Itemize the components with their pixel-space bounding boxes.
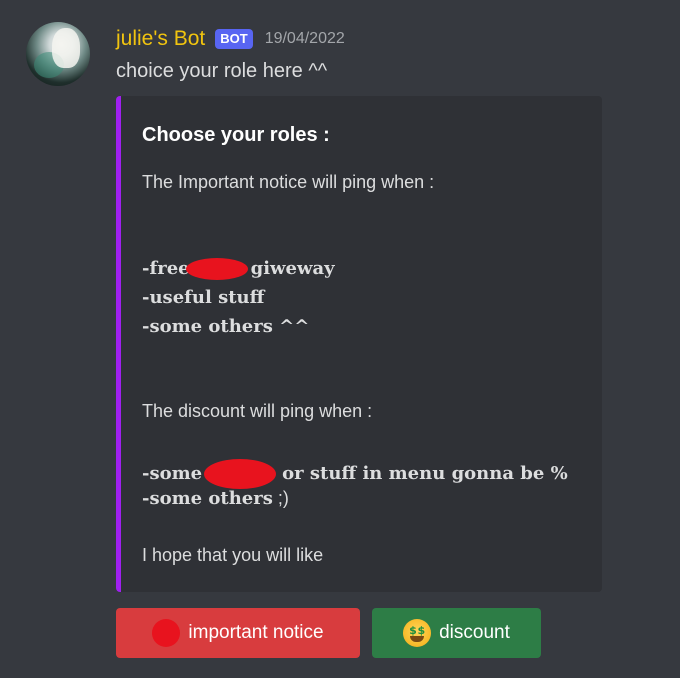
important-item-free: -free giweway [142, 258, 335, 281]
money-mouth-face-icon [403, 619, 432, 647]
important-item-free-prefix: -free [142, 258, 190, 279]
message-header: julie's Bot BOT 19/04/2022 [116, 24, 345, 54]
embed-closing: I hope that you will like [142, 545, 324, 565]
important-item-others: -some others ^^ [142, 316, 310, 337]
discount-label: discount [439, 622, 510, 643]
embed-title: Choose your roles : [142, 124, 330, 146]
red-circle-icon [152, 619, 181, 647]
message-timestamp: 19/04/2022 [264, 30, 345, 47]
message-content: choice your role here ^^ [116, 60, 328, 82]
bot-avatar[interactable] [26, 22, 90, 86]
discount-intro: The discount will ping when : [142, 401, 373, 421]
avatar-figure [52, 28, 80, 68]
important-item-useful: -useful stuff [142, 287, 265, 308]
important-intro: The Important notice will ping when : [142, 172, 435, 192]
discount-item-others: -some others ;) [142, 488, 289, 509]
role-buttons-row: important notice discount [116, 608, 541, 658]
discount-button[interactable]: discount [372, 608, 541, 658]
discount-item-some: -some or stuff in menu gonna be % [142, 459, 568, 489]
discount-item-others-tail: ;) [277, 488, 289, 508]
important-notice-button[interactable]: important notice [116, 608, 360, 658]
important-item-free-suffix: giweway [250, 258, 335, 279]
discount-item-others-text: -some others [142, 488, 273, 509]
role-embed: Choose your roles : The Important notice… [116, 96, 602, 592]
redaction-mark [185, 258, 248, 281]
discount-item-some-prefix: -some [142, 462, 203, 484]
redaction-mark [204, 459, 277, 489]
important-notice-label: important notice [188, 622, 324, 643]
bot-tag-badge: BOT [215, 29, 253, 49]
discount-item-some-suffix: or stuff in menu gonna be % [282, 462, 568, 484]
author-username[interactable]: julie's Bot [116, 27, 205, 51]
